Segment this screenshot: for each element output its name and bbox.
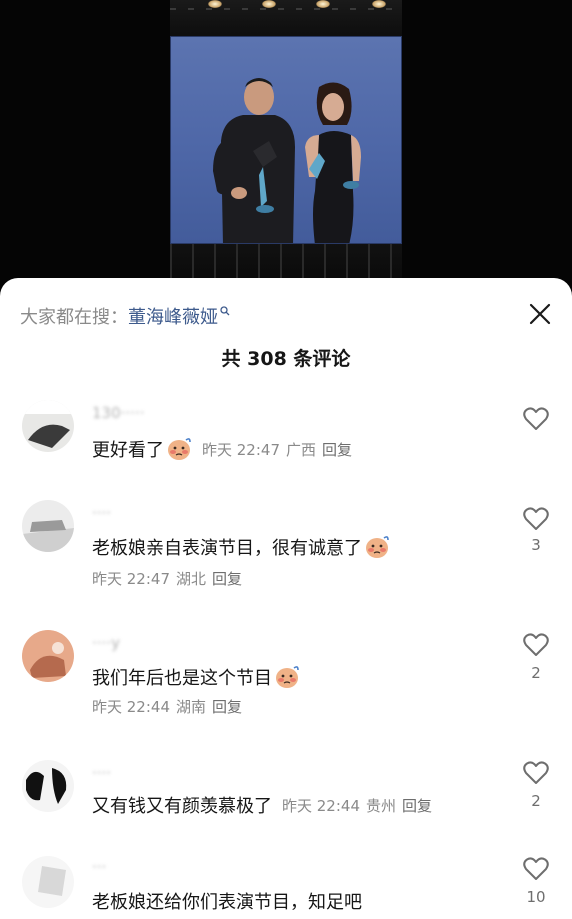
comment-location: 广西 (286, 440, 317, 459)
comment-time: 昨天 22:44 (282, 796, 360, 815)
comment-location: 湖北 (176, 570, 207, 588)
reply-button[interactable]: 回复 (402, 795, 432, 816)
stage-light (372, 0, 386, 8)
reply-button[interactable]: 回复 (212, 568, 242, 589)
comment-text: 更好看了 昨天 22:47 广西 回复 (92, 436, 352, 462)
heart-icon (523, 407, 549, 430)
reply-button[interactable]: 回复 (212, 696, 242, 717)
comment-text-content: 又有钱又有颜羡慕极了 (92, 796, 272, 817)
comment-username[interactable]: ···· (92, 504, 111, 522)
stage-light (208, 0, 222, 8)
comment-text: 我们年后也是这个节目 (92, 664, 300, 690)
stage-truss (170, 0, 402, 40)
embarrassed-face-emoji (364, 535, 390, 559)
comment-text-content: 老板娘亲自表演节目，很有诚意了 (92, 538, 362, 559)
embarrassed-face-emoji (274, 665, 300, 689)
like-count: 3 (531, 536, 541, 554)
reply-button[interactable]: 回复 (322, 439, 352, 460)
stage-light (316, 0, 330, 8)
heart-icon (523, 507, 549, 530)
comment-text-content: 我们年后也是这个节目 (92, 668, 272, 689)
embarrassed-face-emoji (166, 437, 192, 461)
like-count: 10 (526, 888, 546, 906)
comment-time: 昨天 22:47 (202, 440, 280, 459)
search-icon (220, 305, 230, 319)
comment-text: 又有钱又有颜羡慕极了 昨天 22:44 贵州 回复 (92, 792, 432, 818)
man-figure (213, 78, 295, 243)
comment-username[interactable]: ··· (92, 858, 106, 876)
comment-meta: 昨天 22:47 广西 回复 (202, 439, 352, 460)
comment-text-content: 老板娘还给你们表演节目，知足吧 (92, 892, 362, 913)
search-suggestion[interactable]: 大家都在搜： 董海峰薇娅 (20, 302, 230, 330)
comment-count-title: 共 308 条评论 (221, 348, 351, 370)
avatar[interactable] (22, 630, 74, 682)
like-count: 2 (531, 792, 541, 810)
close-button[interactable] (524, 298, 556, 330)
search-prefix-label: 大家都在搜： (20, 307, 128, 328)
woman-figure (305, 82, 361, 243)
comment-text-content: 更好看了 (92, 440, 164, 461)
heart-icon (523, 633, 549, 656)
comment-text: 老板娘亲自表演节目，很有诚意了 (92, 534, 390, 560)
like-count: 2 (531, 664, 541, 682)
avatar[interactable] (22, 500, 74, 552)
like-button[interactable] (520, 854, 552, 884)
heart-icon (523, 857, 549, 880)
comment-text: 老板娘还给你们表演节目，知足吧 (92, 888, 362, 914)
comment-meta: 昨天 22:47 湖北 回复 (92, 568, 242, 589)
comment-location: 贵州 (366, 796, 397, 815)
heart-icon (523, 761, 549, 784)
like-button[interactable] (520, 504, 552, 534)
like-button[interactable] (520, 630, 552, 660)
video-player[interactable] (0, 0, 572, 300)
comment-username[interactable]: ····y (92, 634, 120, 652)
comment-username[interactable]: ···· (92, 764, 111, 782)
search-term-link[interactable]: 董海峰薇娅 (128, 303, 218, 329)
comment-sheet: 大家都在搜： 董海峰薇娅 共 308 条评论 130····· 更好看了 昨天 … (0, 278, 572, 919)
comment-meta: 昨天 22:44 湖南 回复 (92, 696, 242, 717)
avatar[interactable] (22, 856, 74, 908)
like-button[interactable] (520, 404, 552, 434)
close-icon (529, 303, 551, 325)
stage-light (262, 0, 276, 8)
comment-meta: 昨天 22:44 贵州 回复 (282, 795, 432, 816)
like-button[interactable] (520, 758, 552, 788)
avatar[interactable] (22, 760, 74, 812)
comment-username[interactable]: 130····· (92, 404, 144, 422)
comment-time: 昨天 22:44 (92, 698, 170, 716)
comment-time: 昨天 22:47 (92, 570, 170, 588)
avatar[interactable] (22, 400, 74, 452)
comment-location: 湖南 (176, 698, 207, 716)
stage-screen (170, 36, 402, 244)
